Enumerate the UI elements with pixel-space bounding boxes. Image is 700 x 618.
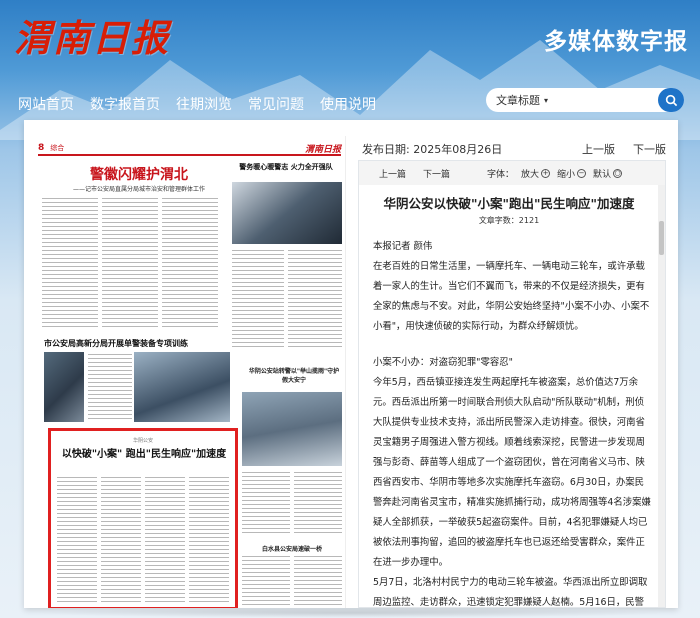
page-pager: 上一版 下一版 — [582, 141, 666, 157]
paper-right-headline[interactable]: 警务暖心暖警志 火力全开强队 — [230, 162, 342, 172]
text-column — [294, 472, 342, 534]
article-paragraph: 在老百姓的日常生活里，一辆摩托车、一辆电动三轮车，或许承载着一家人的生计。当它们… — [373, 261, 650, 332]
default-size-button[interactable]: 默认 ○ — [593, 167, 623, 180]
next-page-link[interactable]: 下一版 — [633, 141, 666, 157]
text-column — [42, 198, 98, 330]
paper-right-caption[interactable]: 华阴公安站转警以"举山揽雨"守护假大安宁 — [248, 366, 340, 384]
paper-deck: ——记市公安局直属分局城市治安和管理群体工作 — [72, 186, 205, 193]
nav-faq[interactable]: 常见问题 — [248, 94, 304, 114]
reset-icon: ○ — [613, 168, 623, 178]
text-column — [102, 198, 158, 330]
paper-bottom-right-caption[interactable]: 白水县公安局速破一桥 — [242, 544, 342, 553]
text-column — [88, 354, 132, 420]
text-column — [294, 556, 342, 608]
paper-photo — [134, 352, 230, 422]
article-byline: 本报记者 颜伟 — [373, 241, 433, 252]
text-column — [189, 477, 229, 605]
plus-icon: + — [541, 168, 551, 178]
text-column — [145, 477, 185, 605]
nav-epaper-home[interactable]: 数字报首页 — [90, 94, 160, 114]
date-bar: 发布日期: 2025年08月26日 上一版 下一版 — [362, 140, 666, 158]
zoom-out-button[interactable]: 缩小 − — [557, 167, 587, 180]
paper-section: 综合 — [50, 144, 65, 152]
main-nav: 网站首页 数字报首页 往期浏览 常见问题 使用说明 — [18, 94, 376, 114]
newspaper-page[interactable]: 8 综合 渭南日报 警徽闪耀护渭北 ——记市公安局直属分局城市治安和管理群体工作… — [34, 136, 346, 608]
text-column — [101, 477, 141, 605]
text-column — [57, 477, 97, 605]
nav-home[interactable]: 网站首页 — [18, 94, 74, 114]
search-box: 文章标题 ▾ — [486, 88, 684, 112]
article-paragraph: 5月7日，北洛村村民宁力的电动三轮车被盗。华西派出所立即调取周边监控、走访群众，… — [373, 577, 648, 608]
paper-photo — [232, 182, 342, 244]
reader-scrollbar[interactable] — [658, 185, 665, 607]
publish-date: 发布日期: 2025年08月26日 — [362, 143, 503, 156]
main-panel: 8 综合 渭南日报 警徽闪耀护渭北 ——记市公安局直属分局城市治安和管理群体工作… — [24, 120, 678, 608]
article-reader: 上一篇 下一篇 字体： 放大 + 缩小 − 默认 ○ 华阴公安以快破"小案"跑出… — [358, 160, 666, 608]
selected-article-highlight[interactable]: 华阴公安 以快破"小案" 跑出"民生响应"加速度 — [48, 428, 238, 608]
paper-photo — [44, 352, 84, 422]
panel-shadow — [30, 608, 670, 618]
text-column — [288, 250, 342, 350]
zoom-in-label: 放大 — [521, 169, 540, 180]
zoom-out-label: 缩小 — [557, 169, 576, 180]
site-subtitle: 多媒体数字报 — [544, 29, 688, 55]
paper-page-header: 8 综合 渭南日报 — [38, 142, 341, 156]
text-column — [242, 472, 290, 534]
search-field-label: 文章标题 — [496, 94, 540, 107]
article-body: 本报记者 颜伟 在老百姓的日常生活里，一辆摩托车、一辆电动三轮车，或许承载着一家… — [373, 237, 651, 608]
zoom-in-button[interactable]: 放大 + — [521, 167, 551, 180]
default-size-label: 默认 — [593, 169, 612, 180]
search-button[interactable] — [658, 88, 684, 112]
prev-article-link[interactable]: 上一篇 — [379, 167, 406, 180]
search-icon — [665, 94, 677, 106]
minus-icon: − — [577, 168, 587, 178]
paper-page-number: 8 — [38, 143, 45, 153]
site-logo[interactable]: 渭南日报 — [14, 8, 170, 62]
chevron-down-icon: ▾ — [544, 95, 549, 105]
text-column — [232, 250, 284, 350]
reader-toolbar: 上一篇 下一篇 字体： 放大 + 缩小 − 默认 ○ — [359, 161, 665, 185]
paper-logo: 渭南日报 — [304, 144, 341, 155]
font-size-label: 字体： — [487, 169, 515, 180]
selected-article-title: 以快破"小案" 跑出"民生响应"加速度 — [61, 449, 227, 460]
reader-scroll-thumb[interactable] — [659, 221, 664, 255]
search-field-select[interactable]: 文章标题 ▾ — [486, 92, 564, 108]
article-subheading: 小案不小办：对盗窃犯罪"零容忍" — [373, 357, 513, 368]
article-title: 华阴公安以快破"小案"跑出"民生响应"加速度 — [383, 196, 635, 211]
article-paragraph: 今年5月，西岳镇亚接连发生两起摩托车被盗案，总价值达7万余元。西岳派出所第一时间… — [373, 377, 651, 568]
prev-page-link[interactable]: 上一版 — [582, 141, 615, 157]
paper-left-headline2[interactable]: 市公安局高新分局开展单警装备专项训练 — [44, 338, 230, 349]
paper-headline[interactable]: 警徽闪耀护渭北 — [54, 164, 224, 184]
nav-archive[interactable]: 往期浏览 — [176, 94, 232, 114]
text-column — [242, 556, 290, 608]
search-input[interactable] — [564, 90, 650, 110]
article-word-count: 文章字数：2121 — [478, 216, 540, 225]
text-column — [162, 198, 218, 330]
selected-article-category: 华阴公安 — [132, 438, 153, 444]
paper-photo — [242, 392, 342, 466]
nav-help[interactable]: 使用说明 — [320, 94, 376, 114]
next-article-link[interactable]: 下一篇 — [423, 167, 450, 180]
